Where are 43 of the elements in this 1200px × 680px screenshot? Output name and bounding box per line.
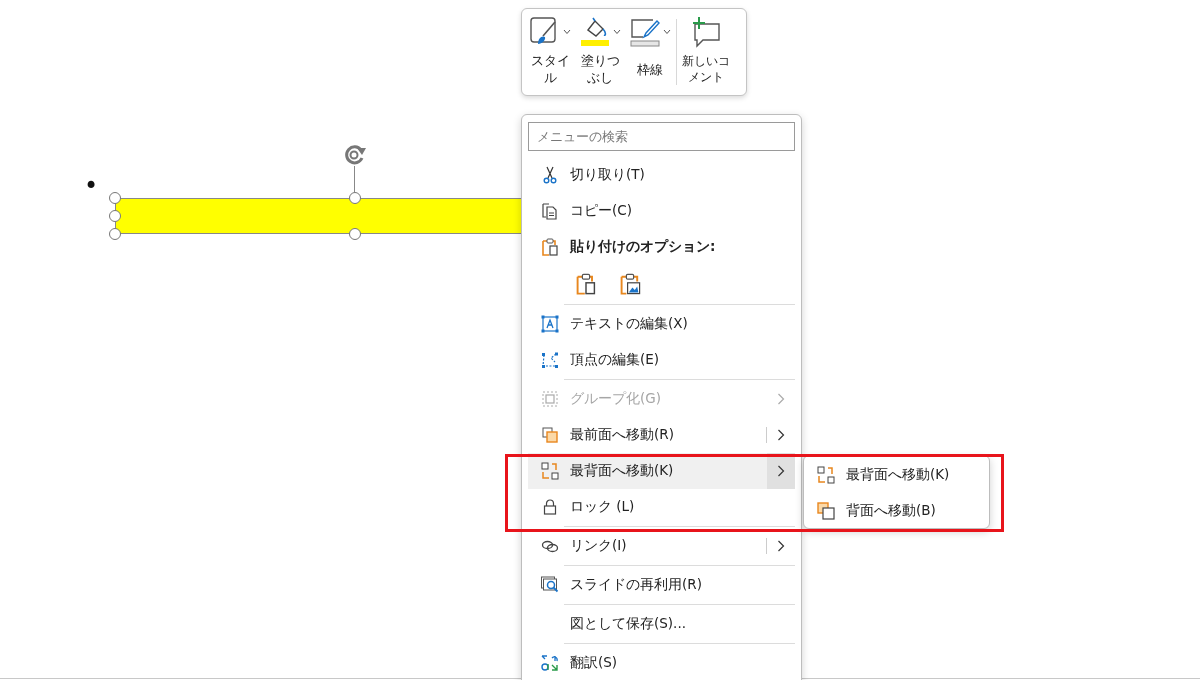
chevron-icon (777, 465, 785, 477)
group-icon (540, 389, 560, 409)
text-box-icon (540, 314, 560, 334)
edit-points-icon (540, 350, 560, 370)
chevron-icon (777, 429, 785, 441)
menu-heading: 貼り付けのオプション: (570, 238, 717, 256)
menu-item[interactable]: テキストの編集(X) (528, 306, 795, 342)
bring-forward-icon (540, 425, 560, 445)
toolbar-button[interactable]: 塗りつぶし (576, 13, 624, 91)
paste-picture-icon (618, 272, 642, 296)
send-backward-icon (540, 461, 560, 481)
resize-handle[interactable] (349, 192, 361, 204)
resize-handle[interactable] (109, 192, 121, 204)
menu-item[interactable]: コピー(C) (528, 193, 795, 229)
resize-handle[interactable] (109, 210, 121, 222)
bullet-point: • (84, 172, 99, 200)
menu-item[interactable]: スライドの再利用(R) (528, 567, 795, 603)
pen-outline-icon (629, 16, 663, 48)
chevron-icon (777, 540, 785, 552)
menu-item[interactable]: 最背面へ移動(K) (528, 453, 795, 489)
clipboard-icon (540, 237, 560, 257)
send-back-icon (816, 501, 836, 521)
menu-item[interactable]: 切り取り(T) (528, 157, 795, 193)
menu-item[interactable]: 頂点の編集(E) (528, 342, 795, 378)
send-backward-icon (816, 465, 836, 485)
menu-item[interactable]: リンク(I) (528, 528, 795, 564)
slides-magnifier-icon (540, 575, 560, 595)
menu-item[interactable]: 最前面へ移動(R) (528, 417, 795, 453)
menu-item[interactable]: 翻訳(S) (528, 645, 795, 680)
chevron-icon (777, 393, 785, 405)
translate-icon (540, 653, 560, 673)
menu-item[interactable]: 最背面へ移動(K) (804, 457, 989, 493)
resize-handle[interactable] (109, 228, 121, 240)
toolbar-button[interactable]: スタイル (526, 13, 574, 91)
toolbar-button[interactable]: 新しいコメント (679, 13, 733, 91)
menu-search-field[interactable]: メニューの検索 (528, 122, 795, 151)
submenu-button[interactable] (767, 453, 795, 489)
menu-item[interactable]: 図として保存(S)... (528, 606, 795, 642)
copy-icon (540, 201, 560, 221)
toolbar-button[interactable]: 枠線 (626, 13, 674, 91)
menu-item[interactable]: 背面へ移動(B) (804, 493, 989, 529)
clipboard-icon (574, 272, 598, 296)
menu-item[interactable]: ロック (L) (528, 489, 795, 525)
